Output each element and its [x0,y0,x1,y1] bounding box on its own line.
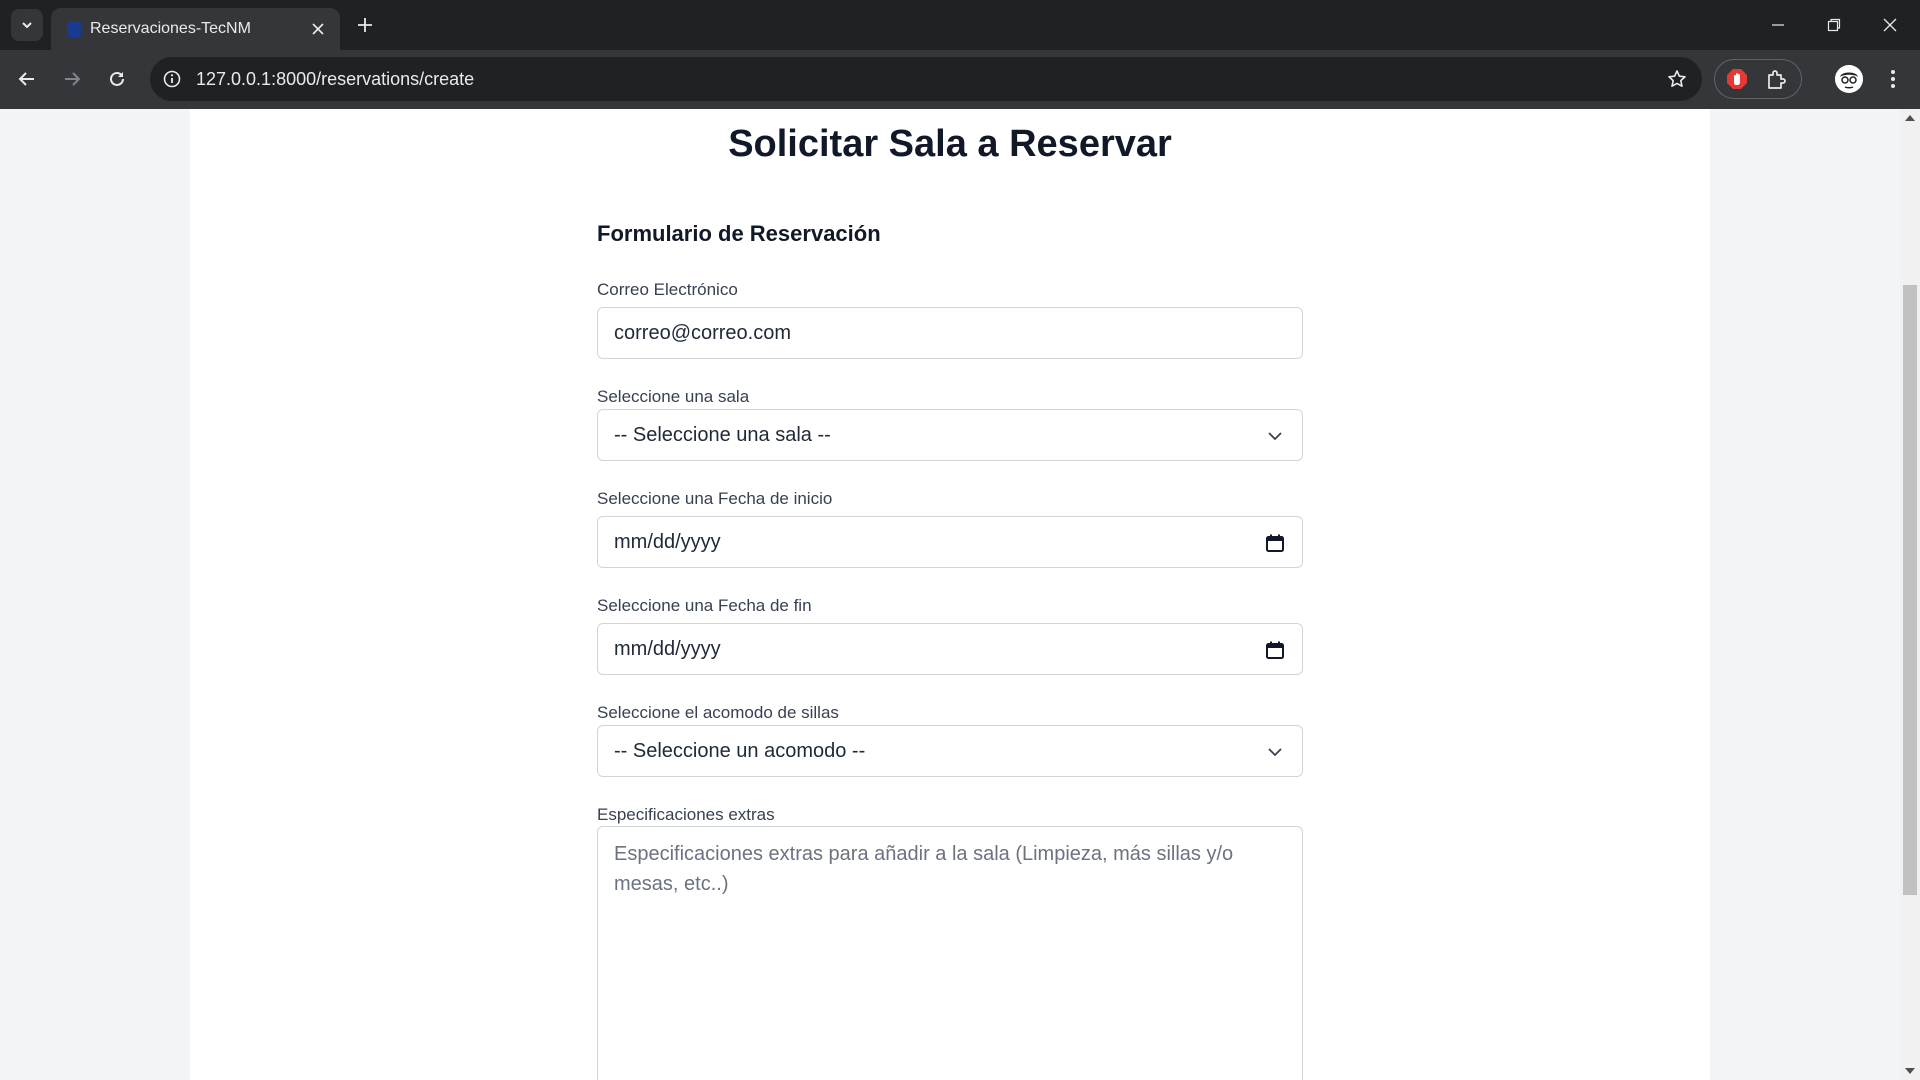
end-date-input[interactable]: mm/dd/yyyy [597,623,1303,675]
address-bar[interactable]: 127.0.0.1:8000/reservations/create [150,57,1702,101]
reload-button[interactable] [101,63,133,95]
page-viewport: Solicitar Sala a Reservar Formulario de … [0,109,1900,1080]
extras-placeholder: Especificaciones extras para añadir a la… [614,843,1234,895]
adblock-icon [1727,69,1747,89]
room-selected-value: -- Seleccione una sala -- [614,424,831,446]
back-button[interactable] [11,63,43,95]
seating-label: Seleccione el acomodo de sillas [597,703,839,722]
email-value: correo@correo.com [614,322,792,344]
room-select[interactable]: -- Seleccione una sala -- [597,409,1303,461]
extras-textarea[interactable]: Especificaciones extras para añadir a la… [597,826,1303,1080]
scroll-down-arrow-icon[interactable] [1905,1068,1915,1074]
minimize-icon [1772,24,1784,26]
seating-selected-value: -- Seleccione un acomodo -- [614,740,866,762]
star-icon [1668,70,1686,87]
kebab-icon [1891,70,1895,88]
back-arrow-icon [18,72,34,86]
close-icon [312,23,324,35]
start-date-label: Seleccione una Fecha de inicio [597,489,833,508]
content-card: Solicitar Sala a Reservar Formulario de … [190,109,1710,1080]
bookmark-button[interactable] [1666,68,1688,90]
scroll-thumb[interactable] [1903,285,1917,895]
form-title: Formulario de Reservación [597,221,881,246]
end-date-value: mm/dd/yyyy [614,638,721,660]
extensions-group [1714,59,1802,99]
favicon-icon [67,21,81,37]
puzzle-icon [1768,70,1786,89]
adblock-extension-button[interactable] [1725,67,1749,91]
room-label: Seleccione una sala [597,387,750,406]
seating-select[interactable]: -- Seleccione un acomodo -- [597,725,1303,777]
end-date-label: Seleccione una Fecha de fin [597,596,812,615]
tab-search-button[interactable] [11,9,43,41]
tab-strip: Reservaciones-TecNM [0,0,1920,50]
close-window-button[interactable] [1862,0,1918,50]
avatar[interactable] [1835,65,1863,93]
calendar-icon[interactable] [1264,639,1286,661]
forward-button[interactable] [56,63,88,95]
start-date-value: mm/dd/yyyy [614,531,721,553]
email-field[interactable]: correo@correo.com [597,307,1303,359]
scroll-up-arrow-icon[interactable] [1905,115,1915,121]
chevron-down-icon [1264,741,1286,763]
reload-icon [110,71,124,86]
tab-title: Reservaciones-TecNM [90,20,251,37]
forward-arrow-icon [65,72,81,86]
restore-button[interactable] [1806,0,1862,50]
site-info-button[interactable] [162,69,182,89]
start-date-input[interactable]: mm/dd/yyyy [597,516,1303,568]
minimize-button[interactable] [1750,0,1806,50]
close-icon [1883,18,1897,32]
info-icon [163,70,181,88]
email-label: Correo Electrónico [597,280,738,299]
chevron-down-icon [1264,425,1286,447]
extras-label: Especificaciones extras [597,805,775,824]
close-tab-button[interactable] [308,19,328,39]
restore-icon [1827,18,1841,32]
browser-menu-button[interactable] [1880,66,1906,92]
profile-avatar-icon [1835,65,1863,93]
browser-toolbar: 127.0.0.1:8000/reservations/create [0,50,1920,109]
extensions-button[interactable] [1765,67,1789,91]
browser-tab[interactable]: Reservaciones-TecNM [51,8,340,50]
page-scrollbar[interactable] [1900,109,1920,1080]
plus-icon [358,18,372,32]
calendar-icon[interactable] [1264,532,1286,554]
chevron-down-icon [22,22,32,29]
new-tab-button[interactable] [352,12,378,38]
page-title: Solicitar Sala a Reservar [728,123,1172,165]
url-text[interactable]: 127.0.0.1:8000/reservations/create [196,69,474,90]
